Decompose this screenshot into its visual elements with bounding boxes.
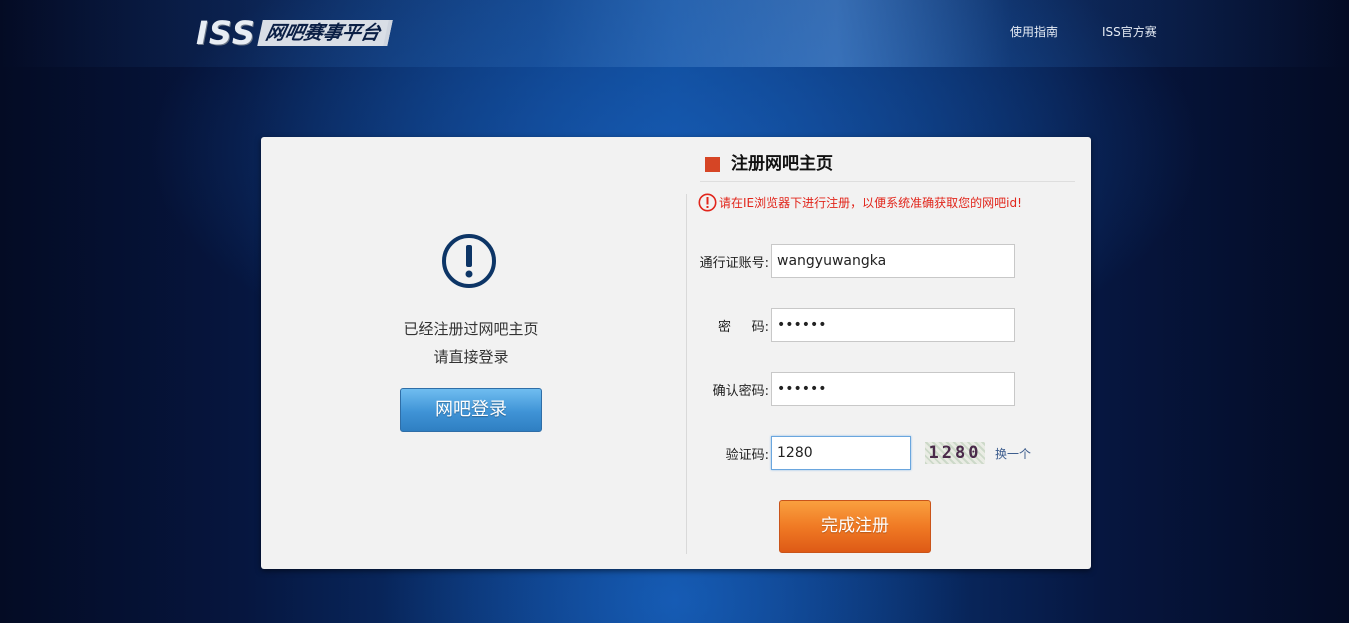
pane-divider: [686, 194, 687, 554]
iss-logo[interactable]: ISS 网吧赛事平台: [196, 14, 393, 52]
nav-link-official-match[interactable]: ISS官方赛: [1102, 24, 1157, 40]
already-registered-line1: 已经注册过网吧主页: [403, 320, 539, 338]
browser-warning-text: 请在IE浏览器下进行注册，以便系统准确获取您的网吧id!: [719, 195, 1022, 210]
exclamation-circle-icon: [442, 234, 496, 288]
complete-registration-button[interactable]: 完成注册: [779, 500, 931, 553]
form-title: 注册网吧主页: [705, 154, 833, 174]
register-card: 已经注册过网吧主页 请直接登录 网吧登录 注册网吧主页 请在IE浏览器下进行注册…: [261, 137, 1091, 569]
netcafe-login-button[interactable]: 网吧登录: [400, 388, 542, 432]
already-registered-text: 已经注册过网吧主页 请直接登录: [341, 315, 601, 371]
password-input[interactable]: [771, 308, 1015, 342]
already-registered-line2: 请直接登录: [433, 348, 509, 366]
title-underline: [700, 181, 1075, 182]
captcha-input[interactable]: [771, 436, 911, 470]
logo-cn-text: 网吧赛事平台: [257, 20, 393, 46]
warning-circle-icon: [698, 193, 717, 212]
title-square-icon: [705, 156, 720, 172]
top-header: ISS 网吧赛事平台 使用指南 ISS官方赛: [0, 0, 1349, 67]
confirm-password-row: 确认密码:: [691, 372, 1015, 406]
account-input[interactable]: [771, 244, 1015, 278]
confirm-password-input[interactable]: [771, 372, 1015, 406]
refresh-captcha-link[interactable]: 换一个: [995, 445, 1031, 462]
top-nav: 使用指南 ISS官方赛: [1010, 24, 1201, 40]
browser-warning: 请在IE浏览器下进行注册，以便系统准确获取您的网吧id!: [698, 193, 1022, 212]
password-row: 密 码:: [691, 308, 1015, 342]
nav-link-guide[interactable]: 使用指南: [1010, 24, 1058, 40]
account-label: 通行证账号:: [699, 255, 769, 271]
captcha-image[interactable]: 1280: [925, 442, 985, 464]
account-row: 通行证账号:: [691, 244, 1015, 278]
confirm-password-label: 确认密码:: [712, 383, 769, 399]
form-title-text: 注册网吧主页: [731, 154, 833, 174]
captcha-row: 验证码: 1280 换一个: [691, 436, 1031, 470]
logo-latin-text: ISS: [196, 14, 256, 52]
captcha-label: 验证码:: [725, 447, 769, 463]
password-label: 密 码:: [717, 319, 769, 335]
